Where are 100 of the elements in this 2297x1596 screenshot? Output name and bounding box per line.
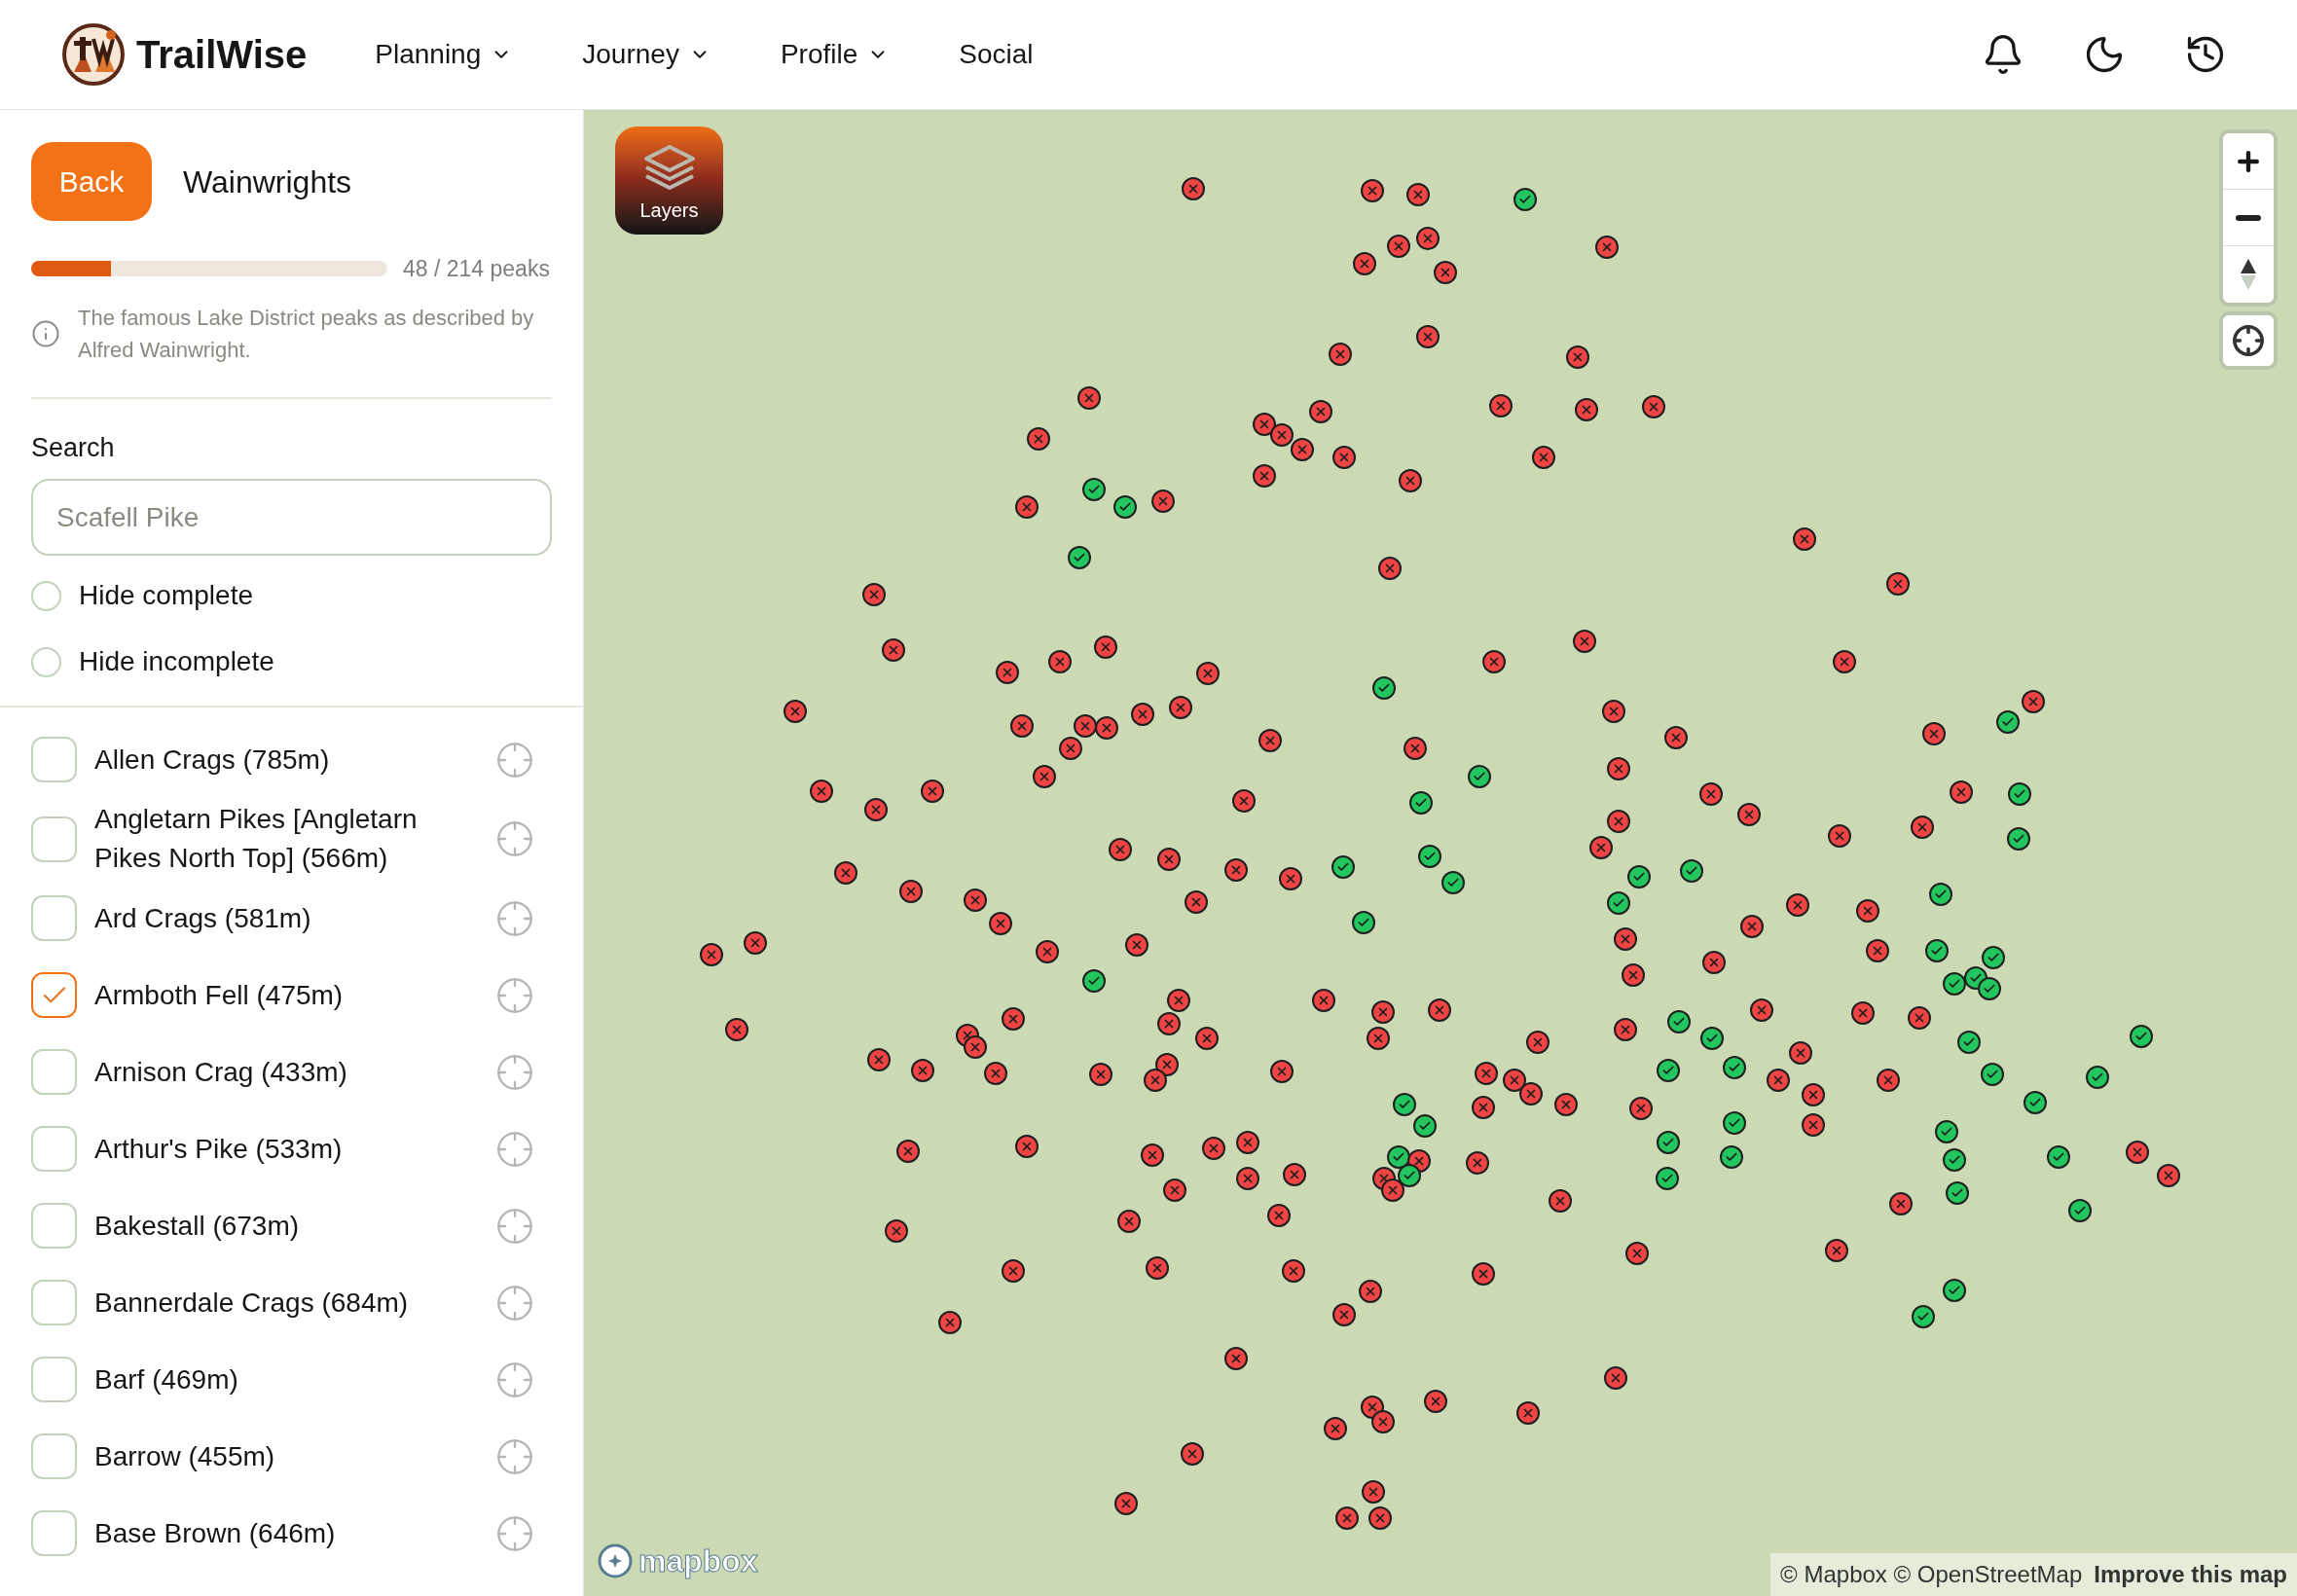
peak-marker[interactable] [938, 1310, 963, 1334]
peak-marker[interactable] [1010, 714, 1035, 739]
peak-marker[interactable] [996, 660, 1020, 684]
peak-marker[interactable] [1977, 976, 2001, 1000]
peak-marker[interactable] [1518, 1081, 1543, 1106]
peak-marker[interactable] [1513, 187, 1537, 211]
peak-name[interactable]: Angletarn Pikes [Angletarn Pikes North Top] (566m) [94, 800, 464, 878]
peak-marker[interactable] [744, 931, 768, 955]
peak-marker[interactable] [1014, 1135, 1039, 1159]
peak-marker[interactable] [1423, 1389, 1447, 1413]
peak-marker[interactable] [1372, 676, 1397, 701]
peak-marker[interactable] [964, 1034, 987, 1059]
brand-name[interactable]: TrailWise [136, 25, 308, 84]
peak-marker[interactable] [1283, 1162, 1307, 1186]
peak-marker[interactable] [1736, 802, 1761, 826]
peak-marker[interactable] [1886, 572, 1911, 597]
peak-marker[interactable] [1467, 764, 1491, 788]
peak-marker[interactable] [1594, 236, 1619, 260]
peak-marker[interactable] [895, 1139, 920, 1163]
peak-marker[interactable] [1328, 343, 1352, 367]
peak-marker[interactable] [1381, 1179, 1405, 1203]
peak-checkbox[interactable] [31, 1357, 77, 1402]
peak-marker[interactable] [1802, 1112, 1826, 1137]
peak-marker[interactable] [1032, 764, 1056, 788]
peak-marker[interactable] [1067, 546, 1091, 570]
peak-marker[interactable] [1332, 445, 1357, 469]
peak-marker[interactable] [1722, 1111, 1746, 1136]
peak-checkbox[interactable] [31, 816, 77, 862]
peak-marker[interactable] [1889, 1191, 1914, 1215]
peak-marker[interactable] [1802, 1083, 1826, 1107]
peak-name[interactable]: Arnison Crag (433m) [94, 1052, 464, 1092]
peak-marker[interactable] [1603, 1365, 1627, 1390]
peak-marker[interactable] [2023, 1091, 2047, 1114]
peak-marker[interactable] [1655, 1167, 1679, 1191]
peak-marker[interactable] [1058, 736, 1082, 760]
peak-marker[interactable] [2008, 781, 2032, 806]
peak-marker[interactable] [1145, 1256, 1169, 1280]
peak-marker[interactable] [1910, 816, 1934, 840]
peak-marker[interactable] [1269, 422, 1294, 447]
peak-marker[interactable] [1252, 413, 1276, 437]
peak-marker[interactable] [1701, 950, 1726, 974]
peak-marker[interactable] [1408, 790, 1433, 815]
peak-marker[interactable] [2006, 827, 2030, 852]
peak-marker[interactable] [1162, 1179, 1186, 1203]
peak-marker[interactable] [1361, 1395, 1384, 1419]
peak-marker[interactable] [1073, 714, 1097, 739]
peak-marker[interactable] [964, 889, 987, 913]
peak-marker[interactable] [1081, 477, 1106, 501]
peak-marker[interactable] [1002, 1007, 1026, 1032]
peak-marker[interactable] [1202, 1136, 1226, 1160]
peak-marker[interactable] [1370, 999, 1395, 1024]
peak-marker[interactable] [1719, 1144, 1743, 1169]
peak-marker[interactable] [1378, 556, 1403, 580]
peak-marker[interactable] [1269, 1060, 1294, 1084]
peak-marker[interactable] [1367, 1506, 1392, 1531]
peak-marker[interactable] [1657, 1130, 1681, 1154]
peak-marker[interactable] [1907, 1005, 1931, 1030]
peak-name[interactable]: Ard Crags (581m) [94, 898, 464, 938]
peak-marker[interactable] [1223, 857, 1248, 882]
peak-marker[interactable] [1503, 1069, 1526, 1093]
peak-marker[interactable] [1367, 1026, 1390, 1050]
peak-marker[interactable] [1553, 1092, 1578, 1116]
peak-checkbox[interactable] [31, 737, 77, 782]
peak-marker[interactable] [1095, 715, 1119, 740]
peak-marker[interactable] [1180, 1442, 1204, 1467]
peak-marker[interactable] [984, 1061, 1008, 1085]
peak-marker[interactable] [1089, 1063, 1113, 1087]
peak-marker[interactable] [1945, 1181, 1969, 1206]
peak-marker[interactable] [1130, 703, 1154, 727]
peak-marker[interactable] [1942, 972, 1966, 997]
peak-marker[interactable] [1489, 393, 1513, 417]
peak-marker[interactable] [1739, 915, 1764, 939]
peak-marker[interactable] [1252, 464, 1276, 489]
peak-marker[interactable] [1526, 1031, 1550, 1055]
peak-marker[interactable] [1331, 854, 1355, 879]
peak-marker[interactable] [1548, 1188, 1572, 1213]
peak-marker[interactable] [1996, 709, 2021, 734]
map-placeholder[interactable]: Layers mapbox © Mapbox © OpenStreetMap Improve this map [584, 110, 2297, 1596]
peak-marker[interactable] [1956, 1031, 1981, 1055]
peak-marker[interactable] [884, 1219, 908, 1244]
peak-marker[interactable] [1700, 1026, 1725, 1050]
peak-marker[interactable] [1574, 398, 1598, 422]
peak-marker[interactable] [1290, 438, 1314, 461]
peak-name[interactable]: Bannerdale Crags (684m) [94, 1283, 464, 1323]
peak-marker[interactable] [1144, 1069, 1168, 1093]
filter-radio[interactable] [31, 580, 61, 611]
peak-marker[interactable] [2125, 1141, 2149, 1165]
peak-marker[interactable] [1573, 630, 1597, 654]
peak-marker[interactable] [1475, 1061, 1499, 1085]
peak-marker[interactable] [1393, 1092, 1417, 1116]
peak-checkbox[interactable] [31, 895, 77, 941]
peak-marker[interactable] [1666, 1010, 1691, 1034]
peak-marker[interactable] [1982, 946, 2006, 970]
peak-marker[interactable] [1481, 650, 1506, 674]
peak-marker[interactable] [1876, 1069, 1900, 1093]
peak-marker[interactable] [1924, 938, 1949, 962]
improve-map-link[interactable]: Improve this map [2094, 1557, 2287, 1592]
peak-marker[interactable] [1825, 1238, 1849, 1262]
peak-checkbox[interactable] [31, 1280, 77, 1325]
peak-marker[interactable] [1093, 635, 1117, 660]
